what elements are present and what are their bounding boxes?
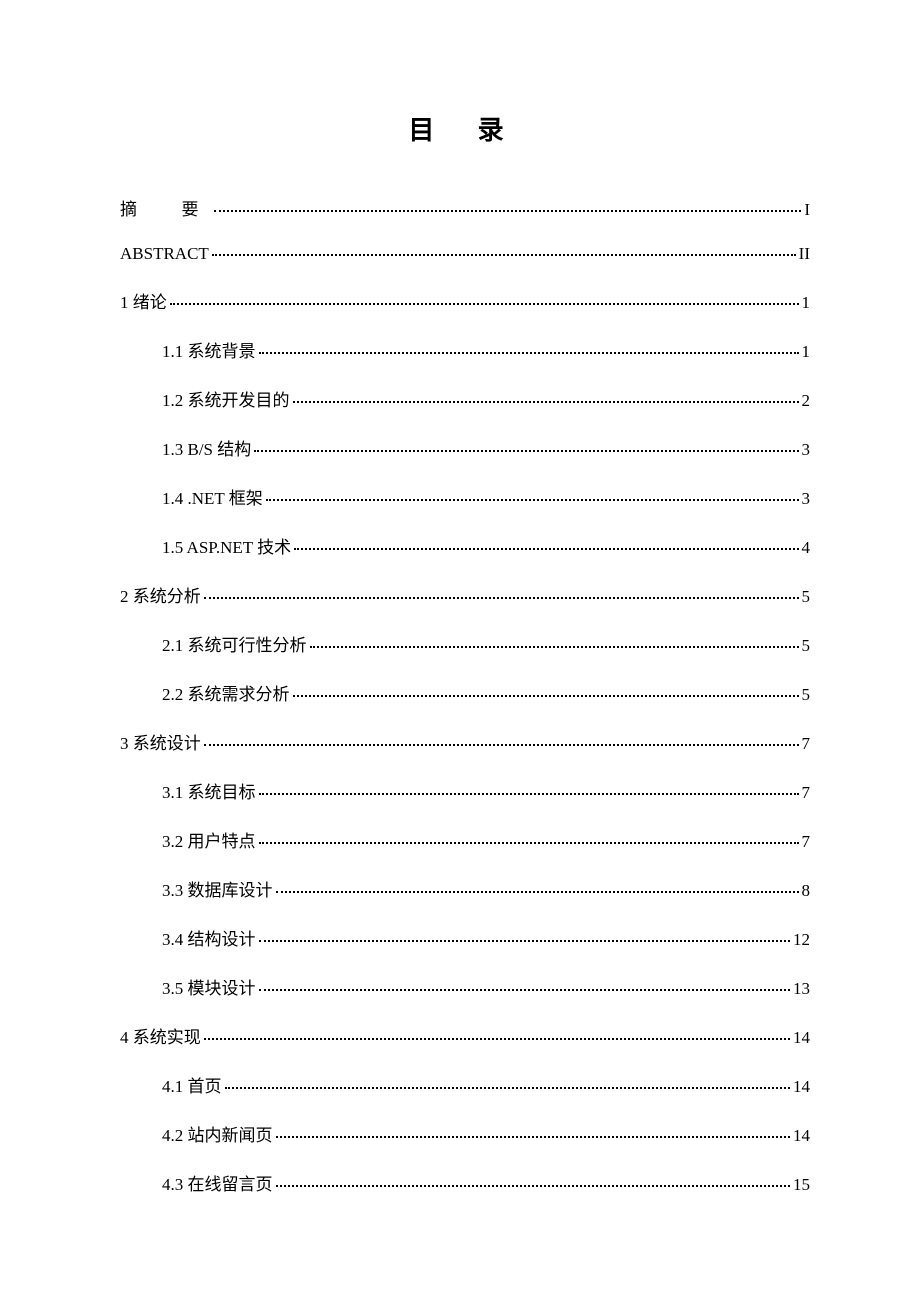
toc-entry-page: 3 xyxy=(802,440,811,460)
toc-entry: 3.1 系统目标 7 xyxy=(120,778,810,803)
toc-leader-dots xyxy=(293,401,799,403)
toc-leader-dots xyxy=(204,744,799,746)
toc-leader-dots xyxy=(204,1038,790,1040)
toc-entry-page: 8 xyxy=(802,881,811,901)
toc-entry-label: 摘 要 xyxy=(120,195,211,220)
toc-entry-page: 1 xyxy=(802,342,811,362)
toc-entry-page: 12 xyxy=(793,930,810,950)
toc-entry-page: 14 xyxy=(793,1028,810,1048)
toc-entry-page: 5 xyxy=(802,636,811,656)
toc-entry-label: 2.2 系统需求分析 xyxy=(162,680,290,705)
toc-entry-page: 1 xyxy=(802,293,811,313)
toc-entry: 2 系统分析 5 xyxy=(120,582,810,607)
toc-leader-dots xyxy=(259,940,791,942)
toc-entry: 摘 要I xyxy=(120,195,810,220)
toc-entry: 4.3 在线留言页 15 xyxy=(120,1170,810,1195)
toc-leader-dots xyxy=(259,352,799,354)
toc-entry-label: 2 系统分析 xyxy=(120,582,201,607)
toc-entry-page: II xyxy=(799,244,810,264)
toc-entry: 3.5 模块设计 13 xyxy=(120,974,810,999)
toc-leader-dots xyxy=(259,793,799,795)
toc-entry-label: 4.1 首页 xyxy=(162,1072,222,1097)
toc-leader-dots xyxy=(276,1136,791,1138)
toc-entry-page: 5 xyxy=(802,685,811,705)
toc-entry: 1.5 ASP.NET 技术 4 xyxy=(120,533,810,558)
toc-entry-label: 1.2 系统开发目的 xyxy=(162,386,290,411)
toc-entry: 3.2 用户特点 7 xyxy=(120,827,810,852)
toc-entry-label: 3 系统设计 xyxy=(120,729,201,754)
toc-leader-dots xyxy=(225,1087,791,1089)
toc-entry: 1.4 .NET 框架 3 xyxy=(120,484,810,509)
toc-entry-page: 3 xyxy=(802,489,811,509)
toc-leader-dots xyxy=(266,499,799,501)
toc-leader-dots xyxy=(310,646,799,648)
toc-entry: 4.2 站内新闻页 14 xyxy=(120,1121,810,1146)
toc-entry-page: 13 xyxy=(793,979,810,999)
toc-leader-dots xyxy=(276,891,799,893)
toc-entry: ABSTRACT II xyxy=(120,244,810,264)
toc-entry-page: 7 xyxy=(802,832,811,852)
toc-entry-page: 14 xyxy=(793,1126,810,1146)
toc-entry-page: 7 xyxy=(802,734,811,754)
toc-entry-label: 3.5 模块设计 xyxy=(162,974,256,999)
toc-entry: 3.4 结构设计 12 xyxy=(120,925,810,950)
toc-entry: 4.1 首页 14 xyxy=(120,1072,810,1097)
toc-entry: 3 系统设计 7 xyxy=(120,729,810,754)
toc-entry-page: 5 xyxy=(802,587,811,607)
toc-entry-page: 15 xyxy=(793,1175,810,1195)
toc-entry: 1.2 系统开发目的 2 xyxy=(120,386,810,411)
toc-entry: 3.3 数据库设计 8 xyxy=(120,876,810,901)
toc-entry-label: 4.3 在线留言页 xyxy=(162,1170,273,1195)
toc-entry-page: 14 xyxy=(793,1077,810,1097)
toc-entry: 2.2 系统需求分析 5 xyxy=(120,680,810,705)
toc-entry-label: 1 绪论 xyxy=(120,288,167,313)
toc-entry-label: 3.3 数据库设计 xyxy=(162,876,273,901)
toc-leader-dots xyxy=(214,210,802,212)
toc-entry-page: 2 xyxy=(802,391,811,411)
toc-entry: 1.3 B/S 结构 3 xyxy=(120,435,810,460)
toc-entry-label: 4 系统实现 xyxy=(120,1023,201,1048)
toc-title: 目 录 xyxy=(120,110,810,147)
toc-entry-page: 7 xyxy=(802,783,811,803)
toc-entry: 4 系统实现 14 xyxy=(120,1023,810,1048)
toc-list: 摘 要IABSTRACTII1 绪论11.1 系统背景11.2 系统开发目的21… xyxy=(120,195,810,1195)
toc-leader-dots xyxy=(259,989,791,991)
toc-leader-dots xyxy=(293,695,799,697)
toc-entry: 1 绪论 1 xyxy=(120,288,810,313)
toc-entry-label: ABSTRACT xyxy=(120,244,209,264)
toc-entry-label: 1.4 .NET 框架 xyxy=(162,484,263,509)
toc-entry-page: I xyxy=(804,200,810,220)
toc-entry-label: 4.2 站内新闻页 xyxy=(162,1121,273,1146)
toc-entry: 1.1 系统背景 1 xyxy=(120,337,810,362)
toc-entry-page: 4 xyxy=(802,538,811,558)
toc-entry: 2.1 系统可行性分析 5 xyxy=(120,631,810,656)
toc-leader-dots xyxy=(276,1185,791,1187)
toc-leader-dots xyxy=(204,597,799,599)
toc-entry-label: 3.1 系统目标 xyxy=(162,778,256,803)
toc-entry-label: 1.1 系统背景 xyxy=(162,337,256,362)
toc-entry-label: 2.1 系统可行性分析 xyxy=(162,631,307,656)
toc-entry-label: 1.5 ASP.NET 技术 xyxy=(162,533,291,558)
toc-leader-dots xyxy=(212,254,796,256)
toc-entry-label: 1.3 B/S 结构 xyxy=(162,435,251,460)
toc-entry-label: 3.2 用户特点 xyxy=(162,827,256,852)
toc-leader-dots xyxy=(294,548,798,550)
toc-entry-label: 3.4 结构设计 xyxy=(162,925,256,950)
toc-leader-dots xyxy=(170,303,799,305)
toc-leader-dots xyxy=(259,842,799,844)
toc-leader-dots xyxy=(254,450,798,452)
